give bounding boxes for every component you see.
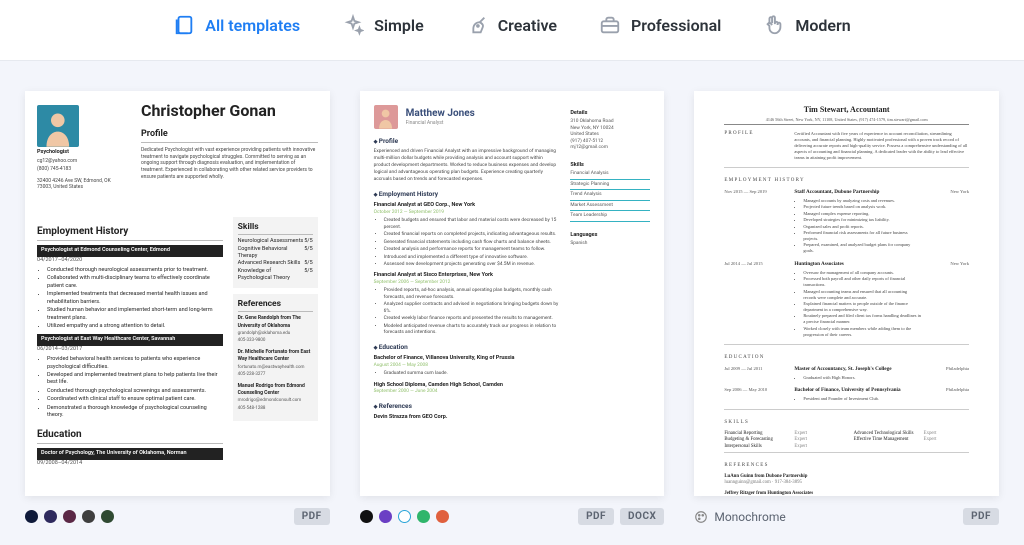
color-swatch[interactable]: [379, 510, 392, 523]
card-footer: PDF DOCX: [360, 496, 665, 525]
color-swatches: [25, 510, 114, 523]
color-swatch[interactable]: [417, 510, 430, 523]
resume-preview: Tim Stewart, Accountant 4146 56th Street…: [694, 91, 999, 496]
color-swatch[interactable]: [63, 510, 76, 523]
filter-modern[interactable]: Modern: [763, 14, 850, 36]
color-swatch[interactable]: [436, 510, 449, 523]
card-footer: Monochrome PDF: [694, 496, 999, 525]
filter-professional[interactable]: Professional: [599, 14, 721, 36]
filter-creative[interactable]: Creative: [466, 14, 557, 36]
color-swatches: [360, 510, 449, 523]
card-footer: PDF: [25, 496, 330, 525]
resume-preview: Matthew JonesFinancial Analyst Profile E…: [360, 91, 665, 496]
filter-all-templates[interactable]: All templates: [173, 14, 300, 36]
monochrome-option[interactable]: Monochrome: [694, 510, 785, 524]
filter-label: All templates: [205, 16, 300, 35]
docx-badge[interactable]: DOCX: [620, 508, 664, 525]
color-swatch[interactable]: [398, 510, 411, 523]
monochrome-label: Monochrome: [714, 510, 785, 524]
color-swatch[interactable]: [101, 510, 114, 523]
pdf-badge[interactable]: PDF: [294, 508, 330, 525]
filter-label: Professional: [631, 16, 721, 35]
palette-icon: [694, 510, 708, 524]
briefcase-icon: [599, 14, 621, 36]
resume-preview: Psychologist cg12@yahoo.com (800) 745-41…: [25, 91, 330, 496]
filter-simple[interactable]: Simple: [342, 14, 424, 36]
sparkles-icon: [342, 14, 364, 36]
templates-icon: [173, 14, 195, 36]
rock-hand-icon: [763, 14, 785, 36]
filter-label: Modern: [795, 16, 850, 35]
template-cards: Psychologist cg12@yahoo.com (800) 745-41…: [0, 61, 1024, 545]
unicorn-icon: [466, 14, 488, 36]
filter-bar: All templates Simple Creative Profession…: [0, 0, 1024, 61]
pdf-badge[interactable]: PDF: [963, 508, 999, 525]
pdf-badge[interactable]: PDF: [578, 508, 614, 525]
color-swatch[interactable]: [25, 510, 38, 523]
template-card-1[interactable]: Psychologist cg12@yahoo.com (800) 745-41…: [25, 91, 330, 525]
filter-label: Creative: [498, 16, 557, 35]
template-card-3[interactable]: Tim Stewart, Accountant 4146 56th Street…: [694, 91, 999, 525]
filter-label: Simple: [374, 16, 424, 35]
template-card-2[interactable]: Matthew JonesFinancial Analyst Profile E…: [360, 91, 665, 525]
color-swatch[interactable]: [360, 510, 373, 523]
color-swatch[interactable]: [82, 510, 95, 523]
color-swatch[interactable]: [44, 510, 57, 523]
resume-name: Christopher Gonan: [141, 103, 318, 120]
